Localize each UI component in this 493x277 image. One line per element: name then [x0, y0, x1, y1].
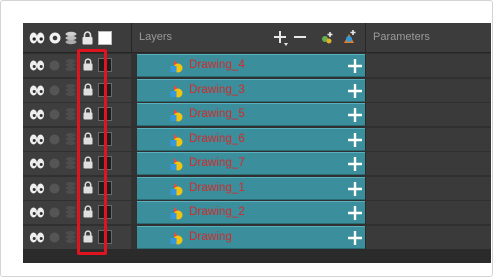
layer-name-cell[interactable]: Drawing_3	[137, 78, 365, 102]
parameters-cell	[365, 103, 491, 126]
drawing-layer-icon	[170, 60, 183, 73]
layers-stack-icon[interactable]	[65, 58, 76, 72]
layer-name-cell[interactable]: Drawing	[137, 225, 365, 249]
add-peg-icon[interactable]	[341, 29, 357, 47]
layers-stack-icon[interactable]	[65, 31, 77, 45]
drawing-layer-icon	[170, 182, 183, 195]
layers-stack-icon[interactable]	[65, 83, 76, 97]
layers-stack-icon[interactable]	[65, 230, 76, 244]
layer-name[interactable]: Drawing_3	[189, 84, 245, 96]
add-sublayer-icon[interactable]	[347, 83, 363, 99]
add-drawing-icon[interactable]	[319, 30, 335, 46]
eye-icon[interactable]	[29, 59, 45, 72]
add-sublayer-icon[interactable]	[347, 181, 363, 197]
solo-icon[interactable]	[49, 32, 61, 44]
layer-name[interactable]: Drawing_5	[189, 108, 245, 120]
layer-name[interactable]: Drawing_7	[189, 157, 245, 169]
drawing-layer-icon	[170, 84, 183, 97]
layers-stack-icon[interactable]	[65, 181, 76, 195]
screenshot-frame: Layers Parameters Drawing_4 Drawing_3 Dr…	[0, 0, 493, 277]
solo-icon[interactable]	[49, 232, 60, 243]
eye-icon[interactable]	[29, 84, 45, 97]
eye-icon[interactable]	[29, 231, 45, 244]
header-separator	[365, 23, 366, 53]
solo-icon[interactable]	[49, 207, 60, 218]
solo-icon[interactable]	[49, 60, 60, 71]
header-separator	[131, 23, 132, 53]
layers-stack-icon[interactable]	[65, 205, 76, 219]
eye-icon[interactable]	[29, 108, 45, 121]
layer-name-cell[interactable]: Drawing_7	[137, 152, 365, 175]
parameters-cell	[365, 78, 491, 102]
add-sublayer-icon[interactable]	[347, 205, 363, 221]
parameters-cell	[365, 152, 491, 175]
add-sublayer-icon[interactable]	[347, 156, 363, 172]
layer-name-cell[interactable]: Drawing_1	[137, 176, 365, 200]
layer-name-cell[interactable]: Drawing_4	[137, 54, 365, 77]
add-sublayer-icon[interactable]	[347, 132, 363, 148]
lock-icon[interactable]	[82, 31, 93, 45]
drawing-layer-icon	[170, 207, 183, 220]
parameters-cell	[365, 201, 491, 224]
layers-stack-icon[interactable]	[65, 156, 76, 170]
parameters-cell	[365, 127, 491, 151]
drawing-layer-icon	[170, 133, 183, 146]
parameters-cell	[365, 54, 491, 77]
layers-stack-icon[interactable]	[65, 132, 76, 146]
layer-name-cell[interactable]: Drawing_2	[137, 201, 365, 224]
add-sublayer-icon[interactable]	[347, 58, 363, 74]
lock-column-highlight	[77, 49, 107, 255]
layer-name[interactable]: Drawing_4	[189, 59, 245, 71]
remove-layer-icon[interactable]	[293, 29, 307, 47]
eye-icon[interactable]	[29, 182, 45, 195]
parameters-cell	[365, 176, 491, 200]
layer-name[interactable]: Drawing	[189, 231, 232, 243]
layer-name[interactable]: Drawing_6	[189, 133, 245, 145]
show-all-eyes-icon[interactable]	[29, 31, 45, 45]
timeline-panel: Layers Parameters Drawing_4 Drawing_3 Dr…	[23, 23, 491, 263]
layers-stack-icon[interactable]	[65, 107, 76, 121]
layer-name[interactable]: Drawing_1	[189, 182, 245, 194]
drawing-layer-icon	[170, 109, 183, 122]
parameters-cell	[365, 225, 491, 249]
add-layer-icon[interactable]	[273, 29, 289, 47]
layer-name-cell[interactable]: Drawing_6	[137, 127, 365, 151]
layers-header-label: Layers	[139, 31, 173, 43]
drawing-layer-icon	[170, 158, 183, 171]
add-sublayer-icon[interactable]	[347, 107, 363, 123]
parameters-header-label: Parameters	[373, 31, 430, 43]
solo-icon[interactable]	[49, 134, 60, 145]
eye-icon[interactable]	[29, 206, 45, 219]
solo-icon[interactable]	[49, 183, 60, 194]
eye-icon[interactable]	[29, 133, 45, 146]
solo-icon[interactable]	[49, 109, 60, 120]
layer-name[interactable]: Drawing_2	[189, 206, 245, 218]
solo-icon[interactable]	[49, 158, 60, 169]
white-square-icon[interactable]	[98, 31, 112, 45]
layer-name-cell[interactable]: Drawing_5	[137, 103, 365, 126]
solo-icon[interactable]	[49, 85, 60, 96]
add-sublayer-icon[interactable]	[347, 230, 363, 246]
eye-icon[interactable]	[29, 157, 45, 170]
drawing-layer-icon	[170, 231, 183, 244]
